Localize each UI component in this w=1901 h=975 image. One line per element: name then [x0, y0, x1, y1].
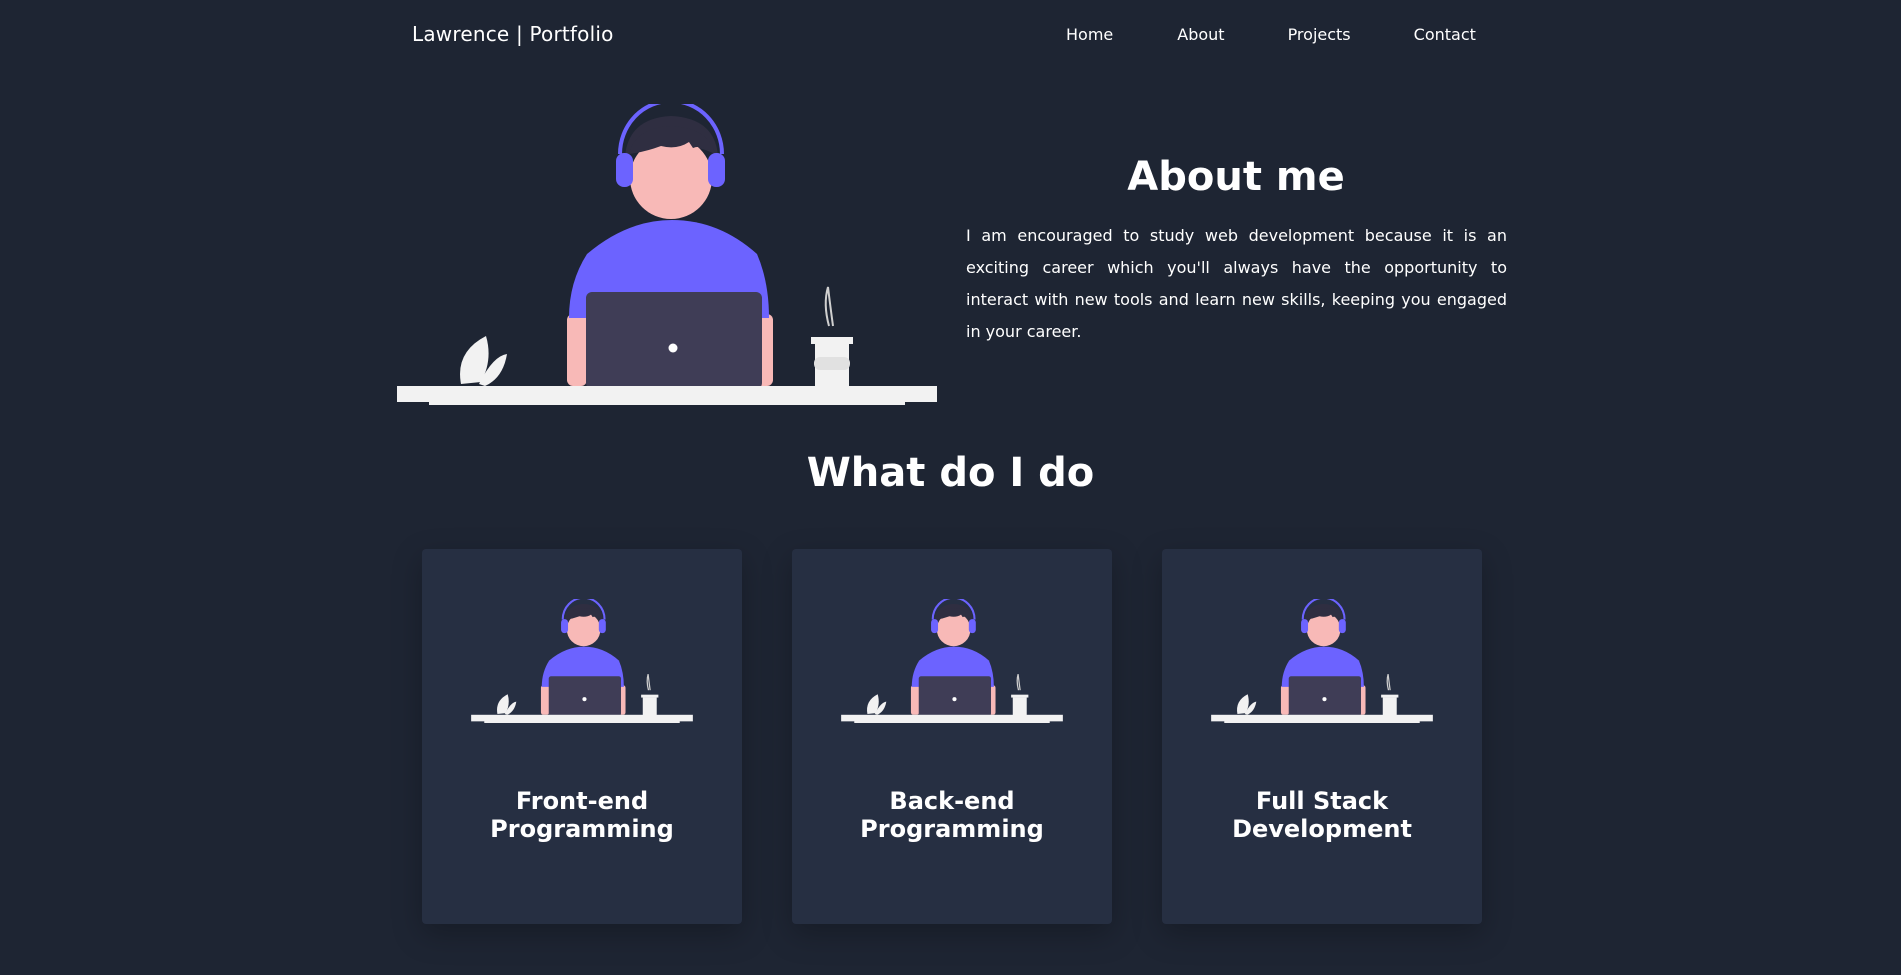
service-card-title-line1: Front-end — [515, 787, 649, 815]
headphone-right-cup — [1338, 619, 1346, 634]
headphone-left-cup — [561, 619, 569, 634]
laptop-icon — [1288, 676, 1362, 717]
headphone-left-cup — [931, 619, 939, 634]
desk-top — [841, 714, 1063, 722]
top-navbar: Lawrence | Portfolio Home About Projects… — [0, 0, 1901, 72]
laptop-logo — [952, 697, 957, 702]
service-card-title-line1: Back-end — [889, 787, 1015, 815]
left-arm — [567, 314, 587, 386]
desk-top — [1211, 714, 1433, 722]
laptop-logo — [668, 343, 678, 353]
left-arm — [1280, 685, 1290, 715]
service-card-backend[interactable]: Back-end Programming — [792, 549, 1112, 924]
desk-edge — [484, 720, 680, 723]
desk-edge — [429, 401, 905, 405]
developer-illustration — [841, 596, 1063, 725]
service-card-title-line2: Programming — [860, 815, 1044, 843]
about-description: I am encouraged to study web development… — [966, 226, 1507, 341]
left-arm — [540, 685, 550, 715]
desk-edge — [1224, 720, 1420, 723]
laptop-logo — [582, 697, 587, 702]
service-card-fullstack[interactable]: Full Stack Development — [1162, 549, 1482, 924]
coffee-cup-lid — [811, 337, 853, 344]
laptop-icon — [918, 676, 992, 717]
coffee-cup-lid — [1011, 694, 1029, 698]
service-card-title-line1: Full Stack — [1255, 787, 1389, 815]
card-illustration-svg — [841, 596, 1063, 723]
about-title: About me — [1127, 154, 1345, 200]
portfolio-page: Lawrence | Portfolio Home About Projects… — [0, 0, 1901, 975]
nav-link-home[interactable]: Home — [1066, 25, 1113, 44]
developer-illustration — [397, 98, 937, 406]
steam-icon — [1386, 673, 1391, 691]
headphone-left-cup — [616, 153, 633, 187]
service-card-title: Back-end Programming — [792, 787, 1112, 843]
service-card-title-line2: Programming — [490, 815, 674, 843]
headphone-right-cup — [708, 153, 725, 187]
desk-top — [397, 386, 937, 402]
headphone-left-cup — [1301, 619, 1309, 634]
nav-link-contact[interactable]: Contact — [1414, 25, 1476, 44]
card-illustration-svg — [471, 596, 693, 723]
steam-icon — [824, 286, 834, 327]
steam-icon — [1016, 673, 1021, 691]
developer-illustration — [1211, 596, 1433, 725]
coffee-cup-sleeve — [814, 357, 850, 370]
nav-link-about[interactable]: About — [1177, 25, 1224, 44]
laptop-icon — [586, 292, 762, 389]
headphone-right-cup — [598, 619, 606, 634]
nav-link-projects[interactable]: Projects — [1288, 25, 1351, 44]
coffee-cup-icon — [1012, 697, 1027, 717]
developer-illustration-svg — [397, 98, 937, 405]
brand-logo-link[interactable]: Lawrence | Portfolio — [412, 22, 614, 46]
services-title: What do I do — [806, 450, 1095, 496]
service-card-title: Front-end Programming — [422, 787, 742, 843]
left-arm — [910, 685, 920, 715]
card-illustration-svg — [1211, 596, 1433, 723]
headphone-right-cup — [968, 619, 976, 634]
desk-edge — [854, 720, 1050, 723]
service-card-title: Full Stack Development — [1162, 787, 1482, 843]
coffee-cup-lid — [1381, 694, 1399, 698]
coffee-cup-icon — [642, 697, 657, 717]
coffee-cup-icon — [1382, 697, 1397, 717]
coffee-cup-lid — [641, 694, 659, 698]
desk-top — [471, 714, 693, 722]
nav-links: Home About Projects Contact — [1066, 25, 1476, 44]
laptop-icon — [548, 676, 622, 717]
developer-illustration — [471, 596, 693, 725]
laptop-logo — [1322, 697, 1327, 702]
steam-icon — [646, 673, 651, 691]
service-card-frontend[interactable]: Front-end Programming — [422, 549, 742, 924]
service-card-title-line2: Development — [1232, 815, 1412, 843]
